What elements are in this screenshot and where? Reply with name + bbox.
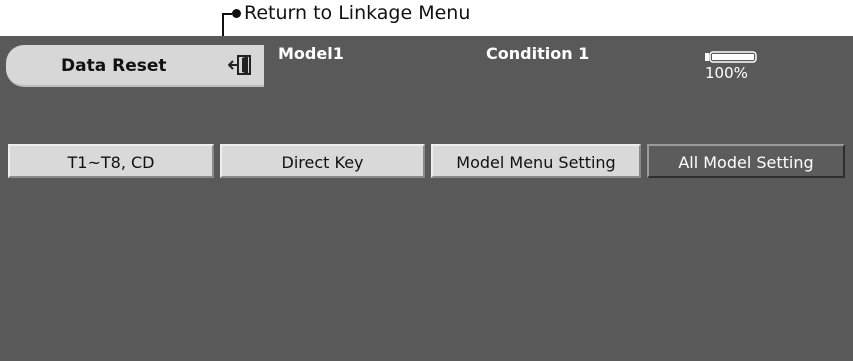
reset-options: T1~T8, CD Direct Key Model Menu Setting … [8, 144, 853, 178]
reset-option-direct-key[interactable]: Direct Key [220, 144, 425, 178]
annotation-text: Return to Linkage Menu [244, 2, 471, 24]
return-annotation: Return to Linkage Menu [222, 0, 642, 36]
page-title: Data Reset [61, 56, 167, 76]
reset-option-all-model-setting[interactable]: All Model Setting [647, 144, 845, 178]
lcd-screen: Data Reset Model1 Condition 1 100% T1~T8… [0, 36, 853, 361]
title-tab[interactable]: Data Reset [6, 45, 264, 87]
annotation-bullet [232, 9, 241, 18]
reset-option-t1-t8-cd[interactable]: T1~T8, CD [8, 144, 214, 178]
model-name: Model1 [278, 44, 344, 63]
return-icon[interactable] [227, 53, 256, 77]
battery-icon [704, 48, 758, 63]
condition-name: Condition 1 [486, 44, 590, 63]
battery-percent: 100% [705, 64, 748, 82]
annotation-bracket [222, 13, 232, 36]
reset-option-model-menu-setting[interactable]: Model Menu Setting [431, 144, 641, 178]
